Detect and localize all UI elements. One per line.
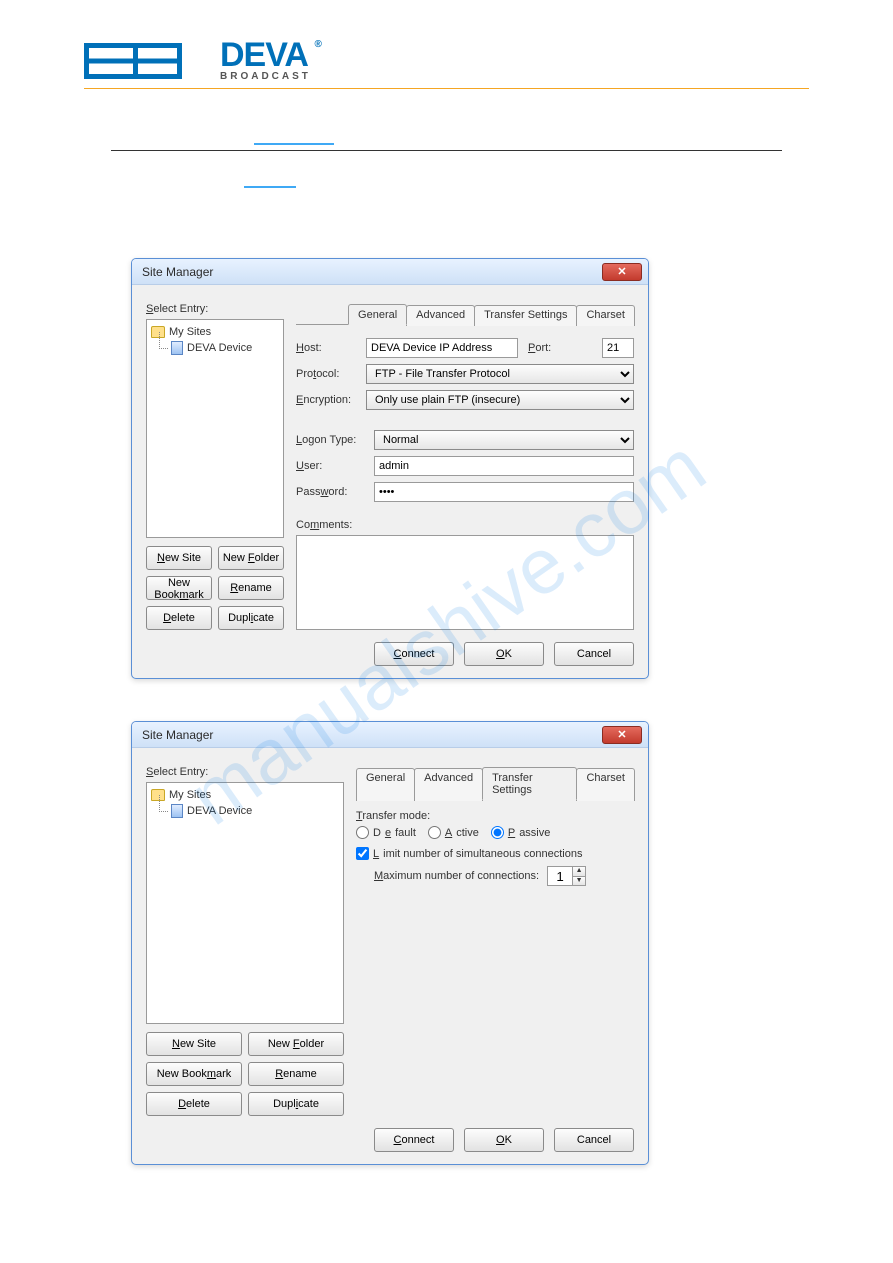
host-label: Host: [296,342,366,354]
decor-bar-2 [244,186,296,188]
encryption-label: Encryption: [296,394,366,406]
limit-connections-checkbox[interactable]: Limit number of simultaneous connections [356,847,582,860]
ok-button[interactable]: OK [464,642,544,666]
delete-button[interactable]: Delete [146,606,212,630]
select-entry-label: Select Entry: [146,766,344,778]
tab-charset[interactable]: Charset [576,768,635,801]
tab-charset[interactable]: Charset [576,305,635,326]
protocol-label: Protocol: [296,368,366,380]
logo-text: DEVA BROADCAST [220,40,311,82]
tab-general[interactable]: General [348,304,407,325]
new-bookmark-button[interactable]: New Bookmark [146,1062,242,1086]
new-folder-button[interactable]: New Folder [218,546,284,570]
spinner-down[interactable]: ▼ [572,876,586,886]
tab-bar: General Advanced Transfer Settings Chars… [296,303,634,325]
transfer-mode-default[interactable]: Default [356,826,416,839]
decor-bar-1 [254,143,334,145]
connect-button[interactable]: Connect [374,1128,454,1152]
site-tree[interactable]: My Sites DEVA Device [146,319,284,538]
site-manager-dialog-transfer: Site Manager ✕ Select Entry: My Sites DE… [131,721,649,1165]
window-title: Site Manager [142,265,602,279]
logon-type-combo[interactable]: Normal [374,430,634,450]
duplicate-button[interactable]: Duplicate [248,1092,344,1116]
divider [111,150,782,151]
site-tree[interactable]: My Sites DEVA Device [146,782,344,1024]
transfer-mode-label: Transfer mode: [356,810,634,822]
rename-button[interactable]: Rename [218,576,284,600]
tab-transfer-settings[interactable]: Transfer Settings [482,767,577,800]
comments-label: Comments: [296,519,634,531]
max-connections-input[interactable] [547,866,573,886]
encryption-combo[interactable]: Only use plain FTP (insecure) [366,390,634,410]
select-entry-label: Select Entry: [146,303,284,315]
logon-type-label: Logon Type: [296,434,374,446]
server-icon [171,341,183,355]
ok-button[interactable]: OK [464,1128,544,1152]
new-site-button[interactable]: New Site [146,546,212,570]
page-header: DEVA BROADCAST [84,40,809,89]
port-input[interactable] [602,338,634,358]
protocol-combo[interactable]: FTP - File Transfer Protocol [366,364,634,384]
connect-button[interactable]: Connect [374,642,454,666]
password-label: Password: [296,486,374,498]
tree-root[interactable]: My Sites [149,787,341,803]
cancel-button[interactable]: Cancel [554,1128,634,1152]
max-connections-spinner[interactable]: ▲ ▼ [547,866,586,886]
tab-advanced[interactable]: Advanced [414,768,483,801]
tab-advanced[interactable]: Advanced [406,305,475,326]
brand-name: DEVA [220,40,311,71]
titlebar: Site Manager ✕ [132,259,648,285]
tree-root-label: My Sites [169,789,211,801]
spinner-up[interactable]: ▲ [572,866,586,876]
password-input[interactable] [374,482,634,502]
new-bookmark-button[interactable]: New Bookmark [146,576,212,600]
comments-textarea[interactable] [296,535,634,630]
transfer-mode-active[interactable]: Active [428,826,479,839]
tab-bar: General Advanced Transfer Settings Chars… [356,766,634,800]
duplicate-button[interactable]: Duplicate [218,606,284,630]
titlebar: Site Manager ✕ [132,722,648,748]
tab-transfer-settings[interactable]: Transfer Settings [474,305,577,326]
tree-item-label: DEVA Device [187,342,252,354]
tree-root[interactable]: My Sites [149,324,281,340]
new-site-button[interactable]: New Site [146,1032,242,1056]
host-input[interactable] [366,338,518,358]
rename-button[interactable]: Rename [248,1062,344,1086]
close-button[interactable]: ✕ [602,726,642,744]
logo-block: DEVA BROADCAST [84,40,311,88]
max-connections-label: Maximum number of connections: [374,870,539,882]
tree-item-deva[interactable]: DEVA Device [149,340,281,356]
delete-button[interactable]: Delete [146,1092,242,1116]
user-label: User: [296,460,374,472]
port-label: Port: [528,342,598,354]
cancel-button[interactable]: Cancel [554,642,634,666]
server-icon [171,804,183,818]
tree-item-label: DEVA Device [187,805,252,817]
logo-icon [84,41,214,81]
tab-general[interactable]: General [356,768,415,801]
tree-root-label: My Sites [169,326,211,338]
tree-item-deva[interactable]: DEVA Device [149,803,341,819]
transfer-mode-passive[interactable]: Passive [491,826,551,839]
new-folder-button[interactable]: New Folder [248,1032,344,1056]
window-title: Site Manager [142,728,602,742]
close-button[interactable]: ✕ [602,263,642,281]
site-manager-dialog-general: Site Manager ✕ Select Entry: My Sites DE… [131,258,649,679]
user-input[interactable] [374,456,634,476]
